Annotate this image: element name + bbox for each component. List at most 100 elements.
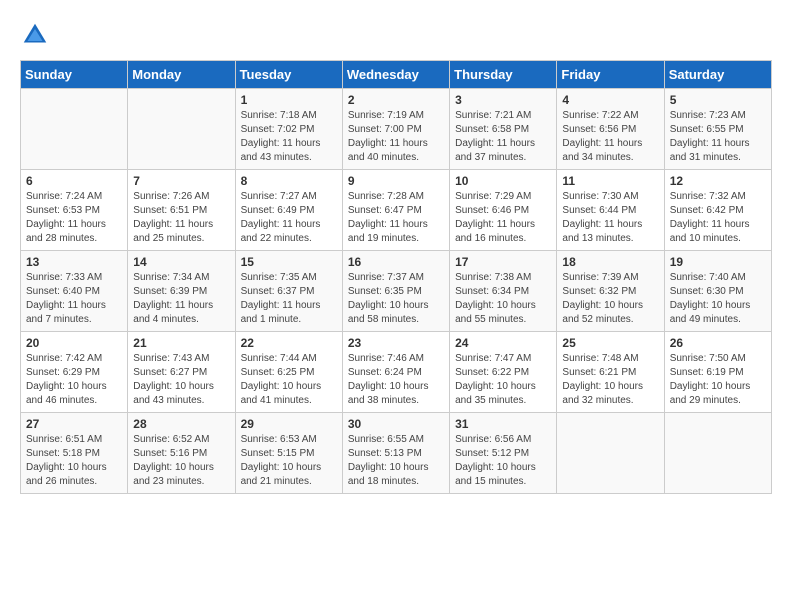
calendar-cell: 13Sunrise: 7:33 AMSunset: 6:40 PMDayligh…: [21, 251, 128, 332]
day-info: Sunrise: 7:47 AMSunset: 6:22 PMDaylight:…: [455, 352, 551, 408]
day-info: Sunrise: 7:28 AMSunset: 6:47 PMDaylight:…: [348, 190, 444, 246]
header-tuesday: Tuesday: [235, 61, 342, 89]
calendar-cell: 16 Sunrise: 7:37 AMSunset: 6:35 PMDayligh…: [342, 251, 449, 332]
calendar-cell: 9 Sunrise: 7:28 AMSunset: 6:47 PMDaylight…: [342, 170, 449, 251]
calendar-cell: 31 Sunrise: 6:56 AMSunset: 5:12 PMDayligh…: [450, 413, 557, 494]
day-info: Sunrise: 7:32 AMSunset: 6:42 PMDaylight:…: [670, 190, 766, 246]
header-sunday: Sunday: [21, 61, 128, 89]
day-number: 9: [348, 174, 444, 188]
calendar-cell: 11Sunrise: 7:30 AMSunset: 6:44 PMDayligh…: [557, 170, 664, 251]
calendar-cell: 26 Sunrise: 7:50 AMSunset: 6:19 PMDayligh…: [664, 332, 771, 413]
calendar-week-1: 1 Sunrise: 7:18 AMSunset: 7:02 PMDaylight…: [21, 89, 772, 170]
calendar-cell: 17 Sunrise: 7:38 AMSunset: 6:34 PMDayligh…: [450, 251, 557, 332]
day-info: Sunrise: 7:24 AMSunset: 6:53 PMDaylight:…: [26, 190, 122, 246]
day-number: 26: [670, 336, 766, 350]
day-number: 1: [241, 93, 337, 107]
calendar-cell: [128, 89, 235, 170]
day-number: 12: [670, 174, 766, 188]
day-number: 25: [562, 336, 658, 350]
calendar-cell: 20 Sunrise: 7:42 AMSunset: 6:29 PMDayligh…: [21, 332, 128, 413]
calendar-cell: 19 Sunrise: 7:40 AMSunset: 6:30 PMDayligh…: [664, 251, 771, 332]
day-number: 4: [562, 93, 658, 107]
day-number: 31: [455, 417, 551, 431]
header-thursday: Thursday: [450, 61, 557, 89]
calendar-cell: [21, 89, 128, 170]
day-info: Sunrise: 7:50 AMSunset: 6:19 PMDaylight:…: [670, 352, 766, 408]
day-number: 8: [241, 174, 337, 188]
day-number: 22: [241, 336, 337, 350]
day-info: Sunrise: 7:48 AMSunset: 6:21 PMDaylight:…: [562, 352, 658, 408]
calendar-cell: 14 Sunrise: 7:34 AMSunset: 6:39 PMDayligh…: [128, 251, 235, 332]
day-number: 10: [455, 174, 551, 188]
day-info: Sunrise: 6:56 AMSunset: 5:12 PMDaylight:…: [455, 433, 551, 489]
day-info: Sunrise: 7:29 AMSunset: 6:46 PMDaylight:…: [455, 190, 551, 246]
calendar-cell: 10 Sunrise: 7:29 AMSunset: 6:46 PMDayligh…: [450, 170, 557, 251]
calendar-cell: 30 Sunrise: 6:55 AMSunset: 5:13 PMDayligh…: [342, 413, 449, 494]
calendar-cell: 1 Sunrise: 7:18 AMSunset: 7:02 PMDaylight…: [235, 89, 342, 170]
day-number: 17: [455, 255, 551, 269]
calendar-cell: 21 Sunrise: 7:43 AMSunset: 6:27 PMDayligh…: [128, 332, 235, 413]
calendar-cell: [664, 413, 771, 494]
day-info: Sunrise: 6:52 AMSunset: 5:16 PMDaylight:…: [133, 433, 229, 489]
calendar-week-5: 27Sunrise: 6:51 AMSunset: 5:18 PMDayligh…: [21, 413, 772, 494]
day-number: 3: [455, 93, 551, 107]
calendar-header-row: SundayMondayTuesdayWednesdayThursdayFrid…: [21, 61, 772, 89]
day-info: Sunrise: 6:55 AMSunset: 5:13 PMDaylight:…: [348, 433, 444, 489]
calendar-cell: 22Sunrise: 7:44 AMSunset: 6:25 PMDayligh…: [235, 332, 342, 413]
logo: [20, 20, 56, 50]
day-number: 7: [133, 174, 229, 188]
header-saturday: Saturday: [664, 61, 771, 89]
calendar-cell: 5 Sunrise: 7:23 AMSunset: 6:55 PMDaylight…: [664, 89, 771, 170]
day-info: Sunrise: 7:18 AMSunset: 7:02 PMDaylight:…: [241, 109, 337, 165]
day-info: Sunrise: 7:37 AMSunset: 6:35 PMDaylight:…: [348, 271, 444, 327]
calendar-cell: 3 Sunrise: 7:21 AMSunset: 6:58 PMDaylight…: [450, 89, 557, 170]
calendar-cell: 15Sunrise: 7:35 AMSunset: 6:37 PMDayligh…: [235, 251, 342, 332]
calendar-week-2: 6 Sunrise: 7:24 AMSunset: 6:53 PMDaylight…: [21, 170, 772, 251]
header-wednesday: Wednesday: [342, 61, 449, 89]
day-number: 18: [562, 255, 658, 269]
header-friday: Friday: [557, 61, 664, 89]
calendar-cell: 6 Sunrise: 7:24 AMSunset: 6:53 PMDaylight…: [21, 170, 128, 251]
day-info: Sunrise: 7:27 AMSunset: 6:49 PMDaylight:…: [241, 190, 337, 246]
day-info: Sunrise: 7:43 AMSunset: 6:27 PMDaylight:…: [133, 352, 229, 408]
day-number: 21: [133, 336, 229, 350]
calendar-week-4: 20 Sunrise: 7:42 AMSunset: 6:29 PMDayligh…: [21, 332, 772, 413]
header-monday: Monday: [128, 61, 235, 89]
calendar-table: SundayMondayTuesdayWednesdayThursdayFrid…: [20, 60, 772, 494]
day-number: 11: [562, 174, 658, 188]
calendar-cell: 8 Sunrise: 7:27 AMSunset: 6:49 PMDaylight…: [235, 170, 342, 251]
day-number: 24: [455, 336, 551, 350]
day-number: 19: [670, 255, 766, 269]
calendar-cell: 4Sunrise: 7:22 AMSunset: 6:56 PMDaylight…: [557, 89, 664, 170]
day-number: 27: [26, 417, 122, 431]
day-info: Sunrise: 7:42 AMSunset: 6:29 PMDaylight:…: [26, 352, 122, 408]
calendar-cell: 23Sunrise: 7:46 AMSunset: 6:24 PMDayligh…: [342, 332, 449, 413]
day-number: 5: [670, 93, 766, 107]
day-info: Sunrise: 7:21 AMSunset: 6:58 PMDaylight:…: [455, 109, 551, 165]
calendar-cell: 24 Sunrise: 7:47 AMSunset: 6:22 PMDayligh…: [450, 332, 557, 413]
day-info: Sunrise: 7:40 AMSunset: 6:30 PMDaylight:…: [670, 271, 766, 327]
day-number: 16: [348, 255, 444, 269]
day-info: Sunrise: 7:34 AMSunset: 6:39 PMDaylight:…: [133, 271, 229, 327]
day-info: Sunrise: 7:39 AMSunset: 6:32 PMDaylight:…: [562, 271, 658, 327]
day-number: 6: [26, 174, 122, 188]
day-info: Sunrise: 6:53 AMSunset: 5:15 PMDaylight:…: [241, 433, 337, 489]
calendar-cell: 29Sunrise: 6:53 AMSunset: 5:15 PMDayligh…: [235, 413, 342, 494]
page-header: [20, 20, 772, 50]
day-info: Sunrise: 7:33 AMSunset: 6:40 PMDaylight:…: [26, 271, 122, 327]
day-number: 23: [348, 336, 444, 350]
day-info: Sunrise: 7:19 AMSunset: 7:00 PMDaylight:…: [348, 109, 444, 165]
calendar-cell: 2 Sunrise: 7:19 AMSunset: 7:00 PMDaylight…: [342, 89, 449, 170]
day-info: Sunrise: 7:38 AMSunset: 6:34 PMDaylight:…: [455, 271, 551, 327]
calendar-cell: 28Sunrise: 6:52 AMSunset: 5:16 PMDayligh…: [128, 413, 235, 494]
day-info: Sunrise: 7:26 AMSunset: 6:51 PMDaylight:…: [133, 190, 229, 246]
day-number: 2: [348, 93, 444, 107]
day-number: 15: [241, 255, 337, 269]
calendar-cell: 18 Sunrise: 7:39 AMSunset: 6:32 PMDayligh…: [557, 251, 664, 332]
day-info: Sunrise: 7:23 AMSunset: 6:55 PMDaylight:…: [670, 109, 766, 165]
day-number: 20: [26, 336, 122, 350]
calendar-cell: 25 Sunrise: 7:48 AMSunset: 6:21 PMDayligh…: [557, 332, 664, 413]
day-number: 14: [133, 255, 229, 269]
calendar-cell: [557, 413, 664, 494]
day-number: 30: [348, 417, 444, 431]
